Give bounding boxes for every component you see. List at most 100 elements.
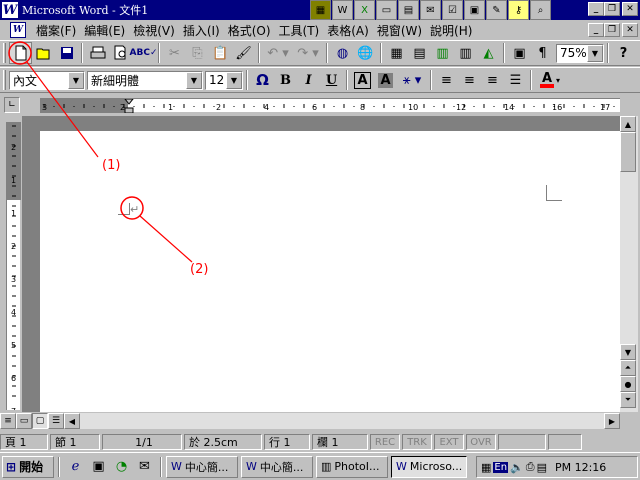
binder-icon[interactable]: ▣	[464, 0, 485, 20]
tables-borders-icon[interactable]: ▦	[385, 42, 408, 64]
redo-icon[interactable]: ↷ ▾	[293, 42, 323, 64]
zoom-select[interactable]: 75% ▼	[556, 43, 604, 63]
select-browse-object-icon[interactable]: ●	[620, 376, 636, 392]
access-icon[interactable]: ▤	[398, 0, 419, 20]
menu-view[interactable]: 檢視(V)	[129, 22, 179, 39]
menu-tools[interactable]: 工具(T)	[275, 22, 324, 39]
next-page-icon[interactable]: ⏷	[620, 392, 636, 408]
excel-icon[interactable]: X	[354, 0, 375, 20]
underline-button[interactable]: U	[320, 69, 343, 91]
hyperlink-icon[interactable]: 🌐	[354, 42, 377, 64]
open-folder-icon[interactable]	[32, 42, 55, 64]
font-color-button[interactable]: A ▾	[535, 69, 565, 91]
cut-icon[interactable]: ✂	[163, 42, 186, 64]
scroll-right-arrow-icon[interactable]: ▶	[604, 413, 620, 429]
columns-icon[interactable]: ▥	[454, 42, 477, 64]
vertical-ruler[interactable]: 2 1 1 2 3 4 5 6 7	[6, 122, 21, 416]
notes-icon[interactable]: ✎	[486, 0, 507, 20]
insert-excel-icon[interactable]: ▥	[431, 42, 454, 64]
tab-selector-icon[interactable]: ∟	[4, 97, 20, 113]
menu-window[interactable]: 視窗(W)	[373, 22, 426, 39]
word-app-icon[interactable]: W	[2, 2, 18, 18]
chevron-down-icon[interactable]: ▾	[556, 76, 560, 85]
close-button[interactable]: ✕	[622, 2, 638, 16]
scroll-down-arrow-icon[interactable]: ▼	[620, 344, 636, 360]
undo-icon[interactable]: ↶ ▾	[263, 42, 293, 64]
insert-table-icon[interactable]: ▤	[408, 42, 431, 64]
horizontal-ruler[interactable]: 3 2 1 2 4 6 8 10 12 14 16 17	[40, 98, 620, 114]
language-indicator[interactable]: En	[493, 461, 509, 473]
menu-table[interactable]: 表格(A)	[323, 22, 373, 39]
toolbar-grip[interactable]	[3, 70, 6, 90]
clock[interactable]: PM 12:16	[555, 461, 606, 474]
scroll-thumb[interactable]	[620, 132, 636, 172]
task-button-2[interactable]: W 中心簡...	[241, 455, 313, 478]
char-shading-button[interactable]: A	[374, 69, 397, 91]
web-toolbar-icon[interactable]: ◍	[331, 42, 354, 64]
italic-button[interactable]: I	[297, 69, 320, 91]
outlook-express-icon[interactable]: ✉	[133, 456, 156, 478]
online-layout-icon[interactable]: ▭	[16, 413, 32, 429]
align-left-icon[interactable]: ≡	[435, 69, 458, 91]
channels-icon[interactable]: ◔	[110, 456, 133, 478]
copy-icon[interactable]: ⎘	[186, 42, 209, 64]
outline-view-icon[interactable]: ☰	[48, 413, 64, 429]
style-select[interactable]: 內文 ▼	[9, 70, 85, 90]
toolbar-grip[interactable]	[3, 43, 6, 63]
normal-view-icon[interactable]: ≡	[0, 413, 16, 429]
powerpoint-icon[interactable]: ▭	[376, 0, 397, 20]
menu-format[interactable]: 格式(O)	[224, 22, 275, 39]
internet-explorer-icon[interactable]: ℯ	[64, 456, 87, 478]
status-trk[interactable]: TRK	[402, 434, 432, 450]
menu-help[interactable]: 說明(H)	[426, 22, 476, 39]
find-icon[interactable]: ⌕	[530, 0, 551, 20]
status-ext[interactable]: EXT	[434, 434, 464, 450]
chevron-down-icon[interactable]: ▼	[226, 71, 242, 89]
print-icon[interactable]	[86, 42, 109, 64]
doc-minimize-button[interactable]: _	[588, 23, 604, 37]
phonetic-guide-icon[interactable]: ⚹ ▾	[397, 69, 427, 91]
scroll-left-arrow-icon[interactable]: ◀	[64, 413, 80, 429]
maximize-button[interactable]: ❐	[604, 2, 620, 16]
align-right-icon[interactable]: ≡	[481, 69, 504, 91]
doc-restore-button[interactable]: ❐	[604, 23, 620, 37]
char-border-button[interactable]: A	[351, 69, 374, 91]
task-button-4[interactable]: W Microso...	[391, 455, 467, 478]
distribute-icon[interactable]: ☰	[504, 69, 527, 91]
scroll-up-arrow-icon[interactable]: ▲	[620, 116, 636, 132]
chevron-down-icon[interactable]: ▼	[186, 71, 202, 89]
task-button-3[interactable]: ▥ PhotoI...	[316, 455, 388, 478]
chevron-down-icon[interactable]: ▼	[587, 44, 603, 62]
start-button[interactable]: ⊞ 開始	[2, 455, 54, 478]
schedule-icon[interactable]: ☑	[442, 0, 463, 20]
key-icon[interactable]: ⚷	[508, 0, 529, 20]
vertical-scrollbar[interactable]: ▲ ▼ ⏶ ● ⏷	[620, 116, 638, 412]
page-layout-icon[interactable]: ▢	[32, 413, 48, 429]
font-size-select[interactable]: 12 ▼	[205, 70, 243, 90]
menu-edit[interactable]: 編輯(E)	[80, 22, 129, 39]
bold-button[interactable]: B	[274, 69, 297, 91]
previous-page-icon[interactable]: ⏶	[620, 360, 636, 376]
desktop-icon[interactable]: ▣	[87, 456, 110, 478]
chevron-down-icon[interactable]: ▼	[68, 71, 84, 89]
menu-insert[interactable]: 插入(I)	[179, 22, 224, 39]
align-center-icon[interactable]: ≡	[458, 69, 481, 91]
new-document-icon[interactable]	[9, 42, 32, 64]
word-icon[interactable]: W	[332, 0, 353, 20]
task-button-1[interactable]: W 中心簡...	[166, 455, 238, 478]
printer-icon[interactable]: ⎙	[526, 460, 535, 474]
spelling-icon[interactable]: ABC✓	[130, 42, 158, 64]
office-icon[interactable]: ▦	[310, 0, 331, 20]
format-painter-icon[interactable]: 🖌	[232, 42, 255, 64]
volume-icon[interactable]: 🔈	[510, 461, 524, 474]
status-rec[interactable]: REC	[370, 434, 400, 450]
minimize-button[interactable]: _	[588, 2, 604, 16]
horizontal-scroll-track[interactable]	[80, 413, 604, 429]
document-map-icon[interactable]: ▣	[508, 42, 531, 64]
outlook-icon[interactable]: ✉	[420, 0, 441, 20]
font-select[interactable]: 新細明體 ▼	[87, 70, 203, 90]
status-ovr[interactable]: OVR	[466, 434, 496, 450]
help-icon[interactable]: ?	[612, 42, 635, 64]
document-icon[interactable]: W	[10, 22, 26, 38]
show-hide-icon[interactable]: ¶	[531, 42, 554, 64]
